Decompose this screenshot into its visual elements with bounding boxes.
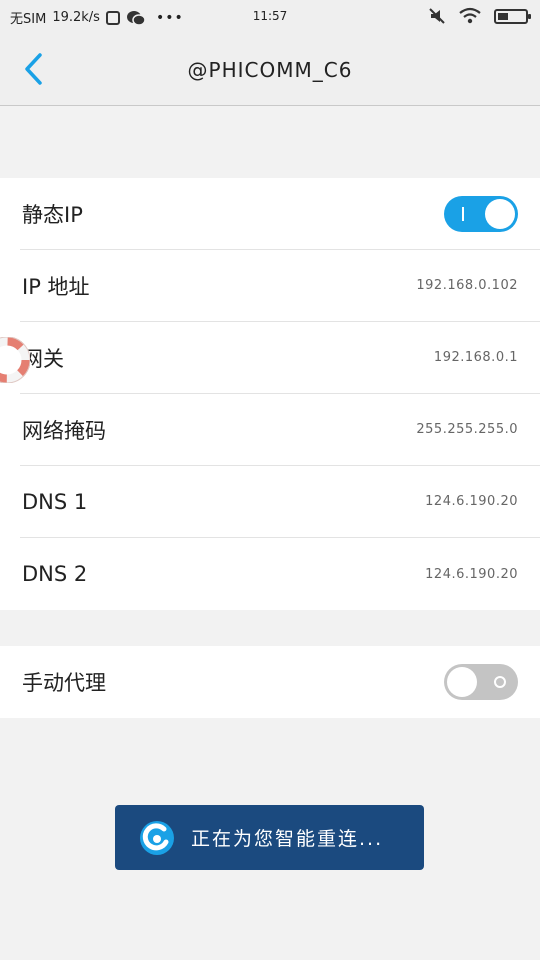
manual-proxy-toggle[interactable] <box>444 664 518 700</box>
ip-address-value: 192.168.0.102 <box>416 278 518 293</box>
page-title: @PHICOMM_C6 <box>187 58 353 82</box>
dns2-value: 124.6.190.20 <box>425 566 518 582</box>
ip-settings-section: 静态IP IP 地址 192.168.0.102 网关 192.168.0.1 … <box>0 178 540 610</box>
static-ip-toggle[interactable] <box>444 195 518 232</box>
manual-proxy-row: 手动代理 <box>20 646 540 718</box>
ip-address-label: IP 地址 <box>22 274 90 299</box>
status-bar: 无SIM 19.2k/s ••• 11:57 <box>0 0 540 34</box>
static-ip-label: 静态IP <box>22 202 83 227</box>
dns1-row[interactable]: DNS 1 124.6.190.20 <box>20 466 540 538</box>
toggle-knob <box>485 198 515 229</box>
status-right <box>428 7 531 25</box>
dns2-row[interactable]: DNS 2 124.6.190.20 <box>20 538 540 610</box>
toggle-knob <box>447 667 477 697</box>
toggle-on-mark-icon <box>462 206 464 221</box>
ip-address-row[interactable]: IP 地址 192.168.0.102 <box>20 250 540 322</box>
dns2-label: DNS 2 <box>22 562 88 586</box>
gateway-value: 192.168.0.1 <box>433 350 518 365</box>
battery-icon <box>494 8 531 24</box>
toast-message: 正在为您智能重连... <box>191 828 384 850</box>
netmask-label: 网络掩码 <box>22 418 106 443</box>
gateway-row[interactable]: 网关 192.168.0.1 <box>20 322 540 394</box>
netmask-value: 255.255.255.0 <box>416 422 518 437</box>
top-app-bar: @PHICOMM_C6 <box>0 34 540 106</box>
lifebuoy-icon <box>0 336 31 384</box>
toggle-off-mark-icon <box>494 676 506 688</box>
static-ip-row: 静态IP <box>20 178 540 250</box>
floating-assistant-button[interactable] <box>0 336 31 384</box>
dns1-label: DNS 1 <box>22 489 88 514</box>
dns1-value: 124.6.190.20 <box>425 494 518 509</box>
mute-icon <box>429 8 445 24</box>
netmask-row[interactable]: 网络掩码 255.255.255.0 <box>20 394 540 466</box>
wifi-icon <box>459 7 481 24</box>
proxy-section: 手动代理 <box>0 646 540 718</box>
manual-proxy-label: 手动代理 <box>22 671 106 695</box>
smart-reconnect-logo-icon <box>140 820 174 855</box>
reconnect-toast: 正在为您智能重连... <box>115 805 424 870</box>
